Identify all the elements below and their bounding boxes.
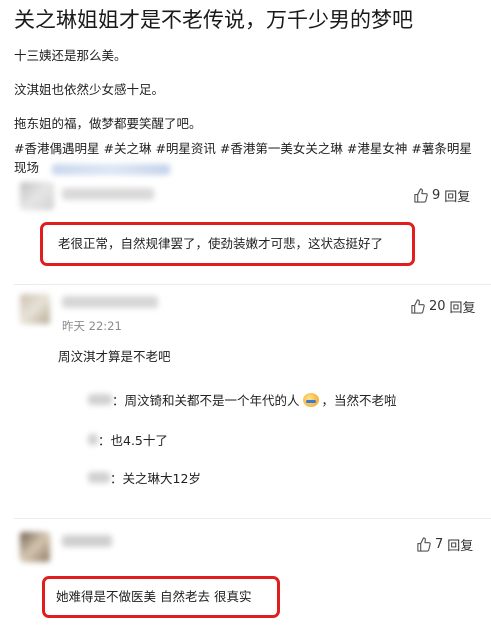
nested-reply: ：也4.5十了 — [88, 430, 168, 449]
avatar[interactable] — [20, 294, 50, 324]
reply-button[interactable]: 回复 — [447, 535, 473, 554]
tag-link[interactable]: #明星资讯 — [155, 141, 215, 156]
post-paragraph-1: 十三姨还是那么美。 — [14, 48, 127, 63]
avatar[interactable] — [20, 182, 54, 210]
reply-text: ，当然不老啦 — [321, 393, 397, 408]
nested-reply: ：周汶锜和关都不是一个年代的人 ，当然不老啦 — [88, 390, 397, 409]
avatar[interactable] — [20, 532, 50, 562]
comment-text: 周汶淇才算是不老吧 — [58, 349, 171, 364]
divider — [14, 518, 491, 519]
blurred-username[interactable] — [88, 434, 98, 445]
like-button[interactable]: 7 回复 — [416, 535, 473, 554]
post-paragraph-2: 汶淇姐也依然少女感十足。 — [14, 82, 165, 97]
thumb-up-icon — [417, 537, 431, 552]
crying-laughing-emoji-icon — [302, 392, 319, 407]
reply-button[interactable]: 回复 — [450, 297, 476, 316]
comment-text: 老很正常，自然规律罢了，使劲装嫩才可悲，这状态挺好了 — [58, 236, 384, 251]
blurred-username[interactable] — [88, 394, 112, 405]
tag-link[interactable]: #港星女神 — [347, 141, 407, 156]
like-count: 20 — [429, 299, 446, 314]
post-paragraph-3: 拖东姐的福，做梦都要笑醒了吧。 — [14, 116, 202, 131]
like-count: 9 — [432, 188, 441, 203]
like-button[interactable]: 20 回复 — [410, 297, 476, 316]
tag-link[interactable]: #关之琳 — [103, 141, 151, 156]
reply-text: ：关之琳大12岁 — [110, 471, 201, 486]
blurred-username[interactable] — [62, 296, 158, 308]
tag-link[interactable]: #香港偶遇明星 — [14, 141, 99, 156]
blurred-username[interactable] — [62, 188, 154, 200]
blurred-location-link[interactable] — [52, 164, 170, 175]
like-count: 7 — [435, 537, 444, 552]
nested-reply: ：关之琳大12岁 — [88, 468, 201, 487]
reply-text: ：也4.5十了 — [98, 433, 168, 448]
divider — [14, 284, 491, 285]
tag-link[interactable]: #香港第一美女关之琳 — [220, 141, 343, 156]
comment-text: 她难得是不做医美 自然老去 很真实 — [56, 589, 252, 604]
blurred-username[interactable] — [88, 472, 110, 483]
like-button[interactable]: 9 回复 — [413, 186, 470, 205]
thumb-up-icon — [414, 188, 428, 203]
blurred-username[interactable] — [62, 535, 112, 547]
comment-timestamp: 昨天 22:21 — [62, 319, 122, 333]
thumb-up-icon — [411, 299, 425, 314]
reply-button[interactable]: 回复 — [444, 186, 470, 205]
post-title: 关之琳姐姐才是不老传说，万千少男的梦吧 — [14, 8, 413, 32]
tag-link[interactable]: #薯条明星 — [411, 141, 471, 156]
tags-tail: 现场 — [14, 160, 40, 175]
reply-text: ：周汶锜和关都不是一个年代的人 — [112, 393, 300, 408]
